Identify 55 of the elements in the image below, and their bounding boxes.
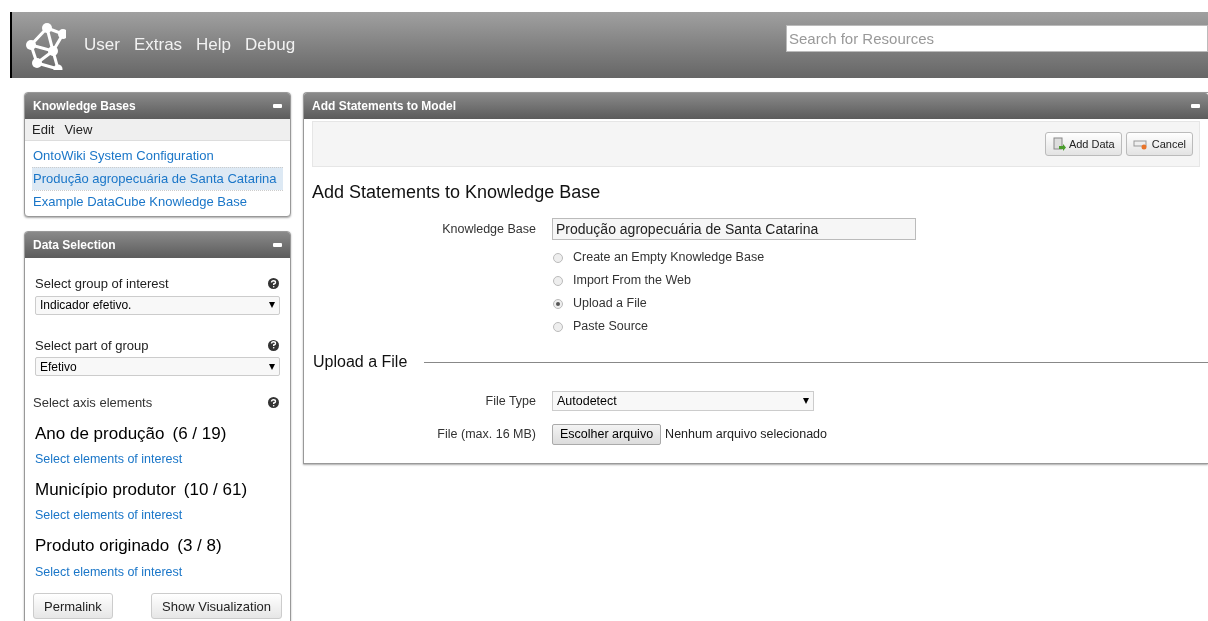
- document-add-icon: [1051, 137, 1066, 151]
- radio-label: Create an Empty Knowledge Base: [573, 249, 765, 267]
- cancel-icon: [1132, 138, 1149, 150]
- choose-file-button[interactable]: Escolher arquivo: [552, 424, 662, 445]
- panel-title: Knowledge Bases: [33, 98, 136, 115]
- panel-title: Data Selection: [33, 237, 116, 254]
- add-data-button[interactable]: Add Data: [1044, 132, 1122, 156]
- menu-item[interactable]: View: [64, 119, 93, 140]
- radio-button[interactable]: [553, 275, 563, 286]
- caret-icon: [269, 302, 275, 308]
- knowledge-base-item[interactable]: Example DataCube Knowledge Base: [32, 190, 283, 213]
- field-label: Select axis elements: [33, 394, 153, 412]
- collapse-icon[interactable]: [273, 243, 282, 247]
- radio-label: Import From the Web: [573, 272, 691, 290]
- form-heading: Add Statements to Knowledge Base: [312, 181, 602, 204]
- radio-label: Paste Source: [573, 318, 649, 336]
- axis-count: (3 / 8): [177, 535, 222, 557]
- select-elements-link[interactable]: Select elements of interest: [35, 506, 280, 525]
- radio-button[interactable]: [553, 298, 563, 309]
- dropdown[interactable]: Indicador efetivo.: [35, 295, 280, 315]
- menu-item[interactable]: Edit: [32, 119, 55, 140]
- knowledge-base-item[interactable]: OntoWiki System Configuration: [32, 144, 283, 167]
- radio-button[interactable]: [553, 252, 563, 263]
- field-label: Knowledge Base: [441, 220, 536, 238]
- field-label: Select part of group: [35, 336, 149, 355]
- field-label: Select group of interest: [35, 275, 169, 293]
- radio-label: Upload a File: [573, 295, 647, 313]
- axis-count: (10 / 61): [183, 478, 248, 501]
- file-status: Nenhum arquivo selecionado: [665, 426, 828, 444]
- radio-button[interactable]: [553, 321, 563, 332]
- field-label: File (max. 16 MB): [436, 426, 536, 444]
- axis-name: Produto originado: [35, 535, 170, 557]
- help-icon[interactable]: [268, 278, 279, 290]
- panel-title: Add Statements to Model: [312, 98, 456, 115]
- permalink-button[interactable]: Permalink: [33, 593, 113, 620]
- section-heading: Upload a File: [313, 352, 408, 372]
- help-icon[interactable]: [268, 339, 279, 351]
- axis-count: (6 / 19): [172, 422, 227, 445]
- collapse-icon[interactable]: [273, 104, 282, 108]
- help-icon[interactable]: [268, 397, 279, 409]
- knowledge-base-field[interactable]: Produção agropecuária de Santa Catarina: [552, 218, 916, 240]
- select-elements-link[interactable]: Select elements of interest: [35, 450, 280, 469]
- cancel-button[interactable]: Cancel: [1125, 132, 1193, 156]
- knowledge-base-item[interactable]: Produção agropecuária de Santa Catarina: [32, 167, 283, 190]
- dropdown[interactable]: Efetivo: [35, 357, 280, 376]
- axis-name: Município produtor: [35, 478, 176, 501]
- field-label: File Type: [484, 392, 536, 410]
- caret-icon: [803, 398, 809, 404]
- caret-icon: [269, 363, 275, 370]
- select-elements-link[interactable]: Select elements of interest: [35, 562, 280, 582]
- axis-name: Ano de produção: [35, 422, 165, 445]
- file-type-dropdown[interactable]: Autodetect: [552, 391, 814, 411]
- collapse-icon[interactable]: [1191, 104, 1200, 108]
- show-visualization-button[interactable]: Show Visualization: [151, 593, 282, 620]
- search-field[interactable]: Search for Resources: [786, 24, 1208, 52]
